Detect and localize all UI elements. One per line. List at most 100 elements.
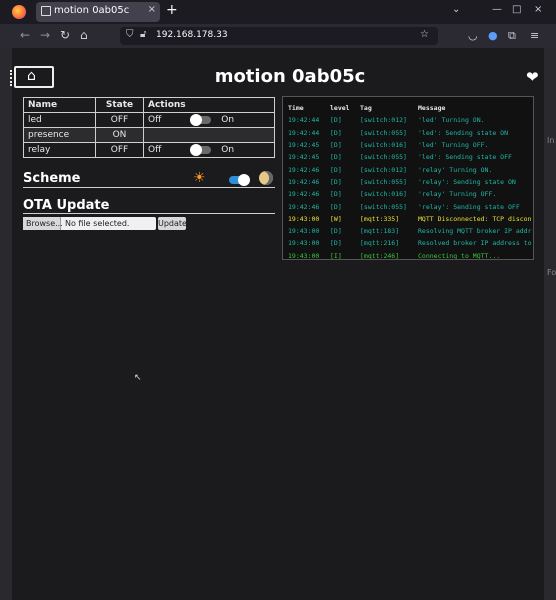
log-time: 19:43:00 xyxy=(288,239,320,248)
log-time: 19:43:00 xyxy=(288,227,320,236)
log-message: 'relay': Sending state OFF xyxy=(418,202,520,211)
log-tag: [mqtt:216] xyxy=(360,239,400,248)
log-message: 'led': Sending state ON xyxy=(418,128,509,137)
minimize-button[interactable]: — xyxy=(492,4,502,15)
relay-switch-toggle[interactable] xyxy=(190,143,212,156)
log-row: 19:42:44 [D] [switch:055] 'led': Sending st… xyxy=(288,127,532,139)
update-button[interactable]: Update xyxy=(158,217,187,230)
firmware-file-input[interactable]: Browse... No file selected. xyxy=(23,217,156,230)
log-row: 19:42:45 [D] [switch:016] 'led' Turning OFF… xyxy=(288,139,532,151)
tab-list-chevron-icon[interactable]: ⌄ xyxy=(452,4,460,15)
log-tag: [switch:016] xyxy=(360,141,407,150)
log-tag: [switch:016] xyxy=(360,190,407,199)
log-level: [W] xyxy=(330,214,342,223)
back-arrow-icon[interactable]: ← xyxy=(20,28,30,42)
log-tag: [switch:012] xyxy=(360,116,407,125)
log-tag: [mqtt:246] xyxy=(360,251,400,260)
extensions-icon[interactable]: ⧉ xyxy=(508,29,516,43)
log-message: 'relay' Turning ON. xyxy=(418,165,493,174)
log-level: [D] xyxy=(330,227,342,236)
entity-state: ON xyxy=(95,127,144,143)
scheme-heading: Scheme xyxy=(23,171,81,186)
log-row: 19:43:00 [I] [mqtt:246] Connecting to MQTT.… xyxy=(288,250,532,260)
file-status: No file selected. xyxy=(65,219,130,228)
firefox-icon xyxy=(12,5,26,19)
header-actions: Actions xyxy=(143,97,275,113)
log-level: [D] xyxy=(330,128,342,137)
log-tag: [switch:055] xyxy=(360,202,407,211)
log-time: 19:42:46 xyxy=(288,202,320,211)
log-header-level: level xyxy=(330,104,350,113)
left-background-window xyxy=(0,48,12,600)
moon-icon xyxy=(259,171,273,185)
log-level: [D] xyxy=(330,177,342,186)
log-header-message: Message xyxy=(418,104,446,113)
url-text: 192.168.178.33 xyxy=(156,30,228,40)
log-message: 'relay': Sending state ON xyxy=(418,177,516,186)
table-row: led OFF Off On xyxy=(23,112,275,128)
scheme-toggle[interactable] xyxy=(229,174,250,186)
log-message: 'led': Sending state OFF xyxy=(418,153,512,162)
log-tag: [switch:055] xyxy=(360,128,407,137)
pocket-icon[interactable]: ◡ xyxy=(468,29,478,42)
page-favicon-icon xyxy=(41,6,51,16)
log-message: 'led' Turning ON. xyxy=(418,116,485,125)
tab-title: motion 0ab05c xyxy=(54,5,130,16)
entity-name: led xyxy=(23,112,96,128)
entity-name: presence xyxy=(23,127,96,143)
tab-close-icon[interactable]: × xyxy=(148,4,156,15)
close-window-button[interactable]: × xyxy=(534,4,542,15)
home-button[interactable]: ⌂ xyxy=(10,66,54,88)
log-level: [D] xyxy=(330,202,342,211)
log-time: 19:42:44 xyxy=(288,116,320,125)
heart-icon[interactable]: ❤ xyxy=(526,68,539,86)
log-tag: [switch:012] xyxy=(360,165,407,174)
maximize-button[interactable]: □ xyxy=(512,4,521,15)
log-row: 19:42:46 [D] [switch:055] 'relay': Sending … xyxy=(288,200,532,212)
log-message: 'relay' Turning OFF. xyxy=(418,190,497,199)
new-tab-button[interactable]: + xyxy=(166,2,178,18)
page-title: motion 0ab05c xyxy=(214,66,366,87)
browser-tab[interactable]: motion 0ab05c × xyxy=(36,2,160,22)
header-state: State xyxy=(95,97,144,113)
insecure-lock-icon[interactable]: 🔓︎ xyxy=(140,29,146,40)
bookmark-star-icon[interactable]: ☆ xyxy=(420,29,429,40)
log-time: 19:43:00 xyxy=(288,214,320,223)
led-switch-toggle[interactable] xyxy=(190,113,212,126)
log-tag: [mqtt:335] xyxy=(360,214,400,223)
sun-icon: ☀ xyxy=(193,170,206,186)
log-row: 19:43:00 [D] [mqtt:216] Resolved broker IP … xyxy=(288,237,532,249)
log-tag: [switch:055] xyxy=(360,153,407,162)
log-message: MQTT Disconnected: TCP discon xyxy=(418,214,532,223)
log-row: 19:42:46 [D] [switch:055] 'relay': Sending … xyxy=(288,176,532,188)
chip-pins-icon xyxy=(10,70,14,86)
right-background-window: In Fo xyxy=(544,48,556,600)
mouse-cursor-icon: ↖ xyxy=(134,373,142,383)
log-row: 19:42:46 [D] [switch:012] 'relay' Turning O… xyxy=(288,163,532,175)
home-icon[interactable]: ⌂ xyxy=(80,28,88,42)
log-panel[interactable]: Time level Tag Message 19:42:44 [D] [switc… xyxy=(282,96,534,260)
log-tag: [switch:055] xyxy=(360,177,407,186)
log-level: [D] xyxy=(330,116,342,125)
account-icon[interactable]: ● xyxy=(488,29,498,42)
log-time: 19:42:46 xyxy=(288,177,320,186)
log-row: 19:43:00 [W] [mqtt:335] MQTT Disconnected: … xyxy=(288,213,532,225)
browse-button[interactable]: Browse... xyxy=(23,217,63,230)
shield-icon[interactable]: ⛉ xyxy=(126,29,134,40)
log-header-time: Time xyxy=(288,104,304,113)
table-row: relay OFF Off On xyxy=(23,142,275,158)
menu-icon[interactable]: ≡ xyxy=(530,29,539,42)
log-message: Connecting to MQTT... xyxy=(418,251,501,260)
ota-heading: OTA Update xyxy=(23,198,110,213)
log-level: [D] xyxy=(330,153,342,162)
entity-actions: Off On xyxy=(143,112,275,128)
log-row: 19:42:46 [D] [switch:016] 'relay' Turning O… xyxy=(288,188,532,200)
entity-actions: Off On xyxy=(143,142,275,158)
log-tag: [mqtt:183] xyxy=(360,227,400,236)
entity-name: relay xyxy=(23,142,96,158)
entity-state: OFF xyxy=(95,112,144,128)
url-bar[interactable]: ⛉ 🔓︎ 192.168.178.33 ☆ xyxy=(120,27,438,45)
log-table: Time level Tag Message 19:42:44 [D] [switc… xyxy=(288,102,532,260)
forward-arrow-icon[interactable]: → xyxy=(40,28,50,42)
reload-icon[interactable]: ↻ xyxy=(60,28,70,42)
